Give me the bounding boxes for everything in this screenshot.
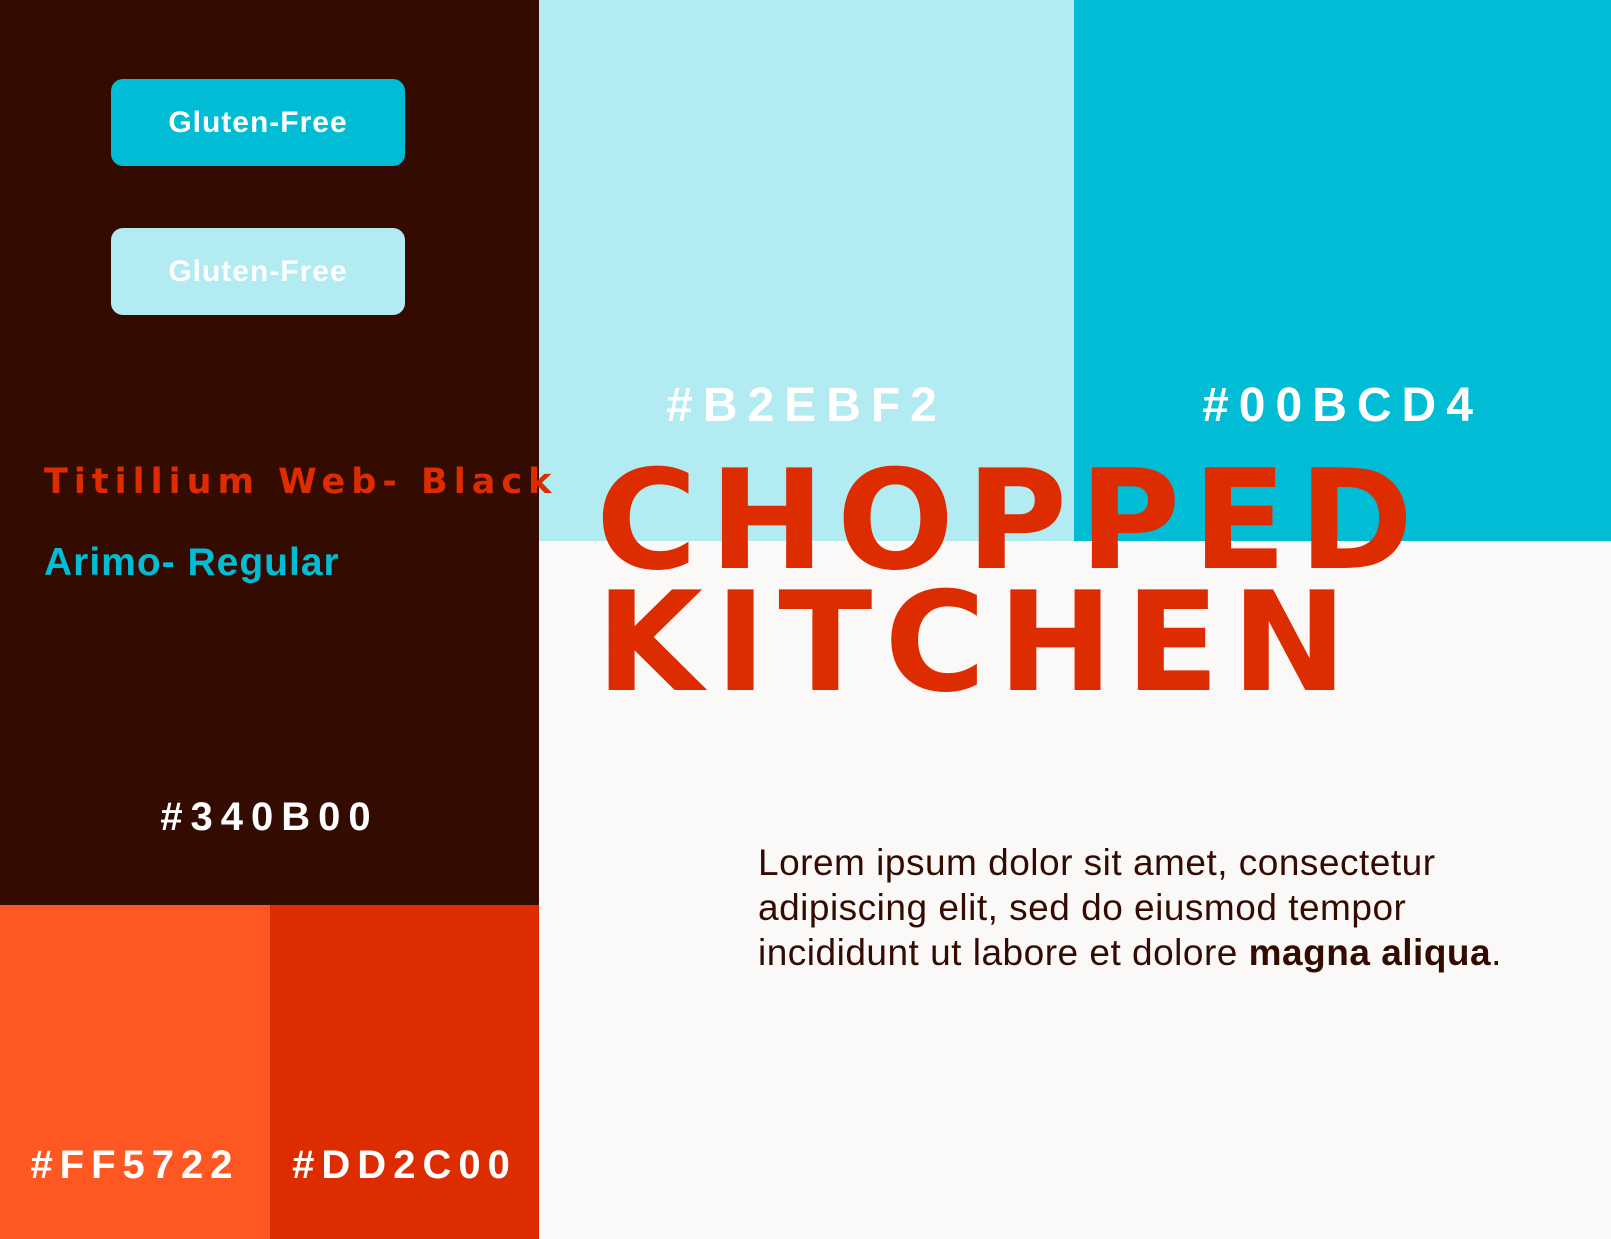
headline-line-2: KITCHEN xyxy=(596,562,1359,723)
body-line-3-end: . xyxy=(1491,932,1502,973)
body-line-3-bold: magna aliqua xyxy=(1248,932,1492,973)
body-line-3-regular: incididunt ut labore et dolore xyxy=(758,932,1249,973)
swatch-red xyxy=(270,905,539,1239)
body-line-1: Lorem ipsum dolor sit amet, consectetur xyxy=(758,842,1436,883)
swatch-orange xyxy=(0,905,270,1239)
heading-font-sample: Titillium Web- Black xyxy=(44,462,558,502)
body-paragraph: Lorem ipsum dolor sit amet, consectetur … xyxy=(758,840,1598,975)
gluten-free-button-secondary[interactable]: Gluten-Free xyxy=(111,228,405,315)
body-font-sample: Arimo- Regular xyxy=(44,541,340,584)
hex-label-light-cyan: #B2EBF2 xyxy=(666,379,947,432)
hex-label-cyan: #00BCD4 xyxy=(1202,379,1483,432)
gluten-free-button-primary[interactable]: Gluten-Free xyxy=(111,79,405,166)
brand-headline: CHOPPED KITCHEN xyxy=(596,452,1425,723)
body-line-2: adipiscing elit, sed do eiusmod tempor xyxy=(758,887,1407,928)
body-line-3: incididunt ut labore et dolore magna ali… xyxy=(758,930,1598,975)
hex-label-orange: #FF5722 xyxy=(30,1143,240,1187)
hex-label-red: #DD2C00 xyxy=(292,1143,517,1187)
hex-label-dark-brown: #340B00 xyxy=(160,795,379,839)
